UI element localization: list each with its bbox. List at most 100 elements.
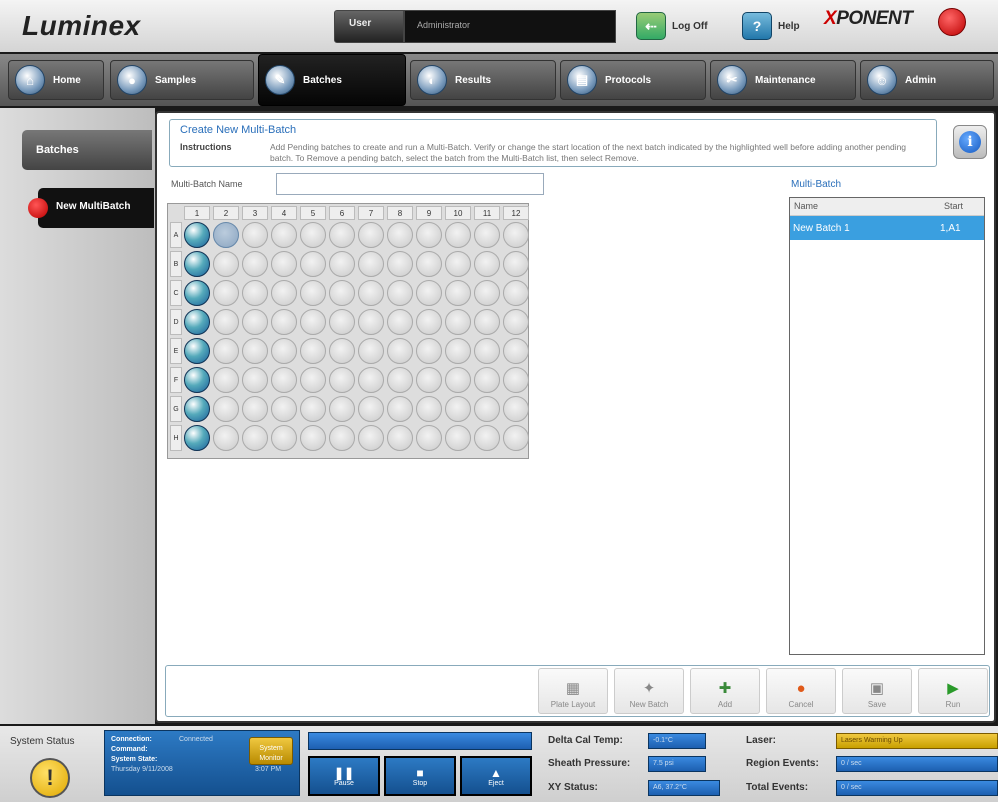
row-header[interactable]: H: [170, 425, 182, 451]
plate-well[interactable]: [474, 338, 500, 364]
plate-well[interactable]: [242, 338, 268, 364]
plate-well[interactable]: [242, 367, 268, 393]
plate-well[interactable]: [416, 367, 442, 393]
plate-well[interactable]: [503, 396, 529, 422]
row-header[interactable]: F: [170, 367, 182, 393]
plate-well[interactable]: [184, 222, 210, 248]
plate-well[interactable]: [184, 396, 210, 422]
list-item[interactable]: New Batch 1 1,A1: [790, 216, 984, 240]
plate-well[interactable]: [329, 280, 355, 306]
plate-well[interactable]: [300, 280, 326, 306]
plate-well[interactable]: [329, 425, 355, 451]
plate-well[interactable]: [271, 222, 297, 248]
plate-well[interactable]: [358, 338, 384, 364]
plate-well[interactable]: [445, 280, 471, 306]
cancel-button[interactable]: ● Cancel: [766, 668, 836, 714]
stop-button[interactable]: ■ Stop: [384, 756, 456, 796]
plate-well[interactable]: [329, 367, 355, 393]
plate-well[interactable]: [445, 309, 471, 335]
sidebar-item-batches[interactable]: Batches: [22, 130, 152, 170]
plate-well[interactable]: [416, 425, 442, 451]
help-button[interactable]: ? Help: [742, 12, 800, 40]
info-button[interactable]: i: [953, 125, 987, 159]
add-button[interactable]: ✚ Add: [690, 668, 760, 714]
plate-well[interactable]: [503, 251, 529, 277]
pause-button[interactable]: ❚❚ Pause: [308, 756, 380, 796]
plate-well[interactable]: [503, 309, 529, 335]
plate-well[interactable]: [300, 338, 326, 364]
plate-well[interactable]: [184, 251, 210, 277]
plate-well[interactable]: [358, 396, 384, 422]
plate-well[interactable]: [242, 222, 268, 248]
plate-well[interactable]: [300, 425, 326, 451]
tab-admin[interactable]: ☺ Admin: [860, 60, 994, 100]
plate-well[interactable]: [474, 367, 500, 393]
new-batch-button[interactable]: ✦ New Batch: [614, 668, 684, 714]
sidebar-item-new-multibatch[interactable]: New MultiBatch: [38, 188, 154, 228]
plate-well[interactable]: [213, 280, 239, 306]
plate-well[interactable]: [474, 396, 500, 422]
logoff-button[interactable]: ⇠ Log Off: [636, 12, 708, 40]
plate-well[interactable]: [213, 309, 239, 335]
plate-well[interactable]: [329, 309, 355, 335]
column-header[interactable]: 9: [416, 206, 442, 220]
plate-well[interactable]: [271, 396, 297, 422]
plate-well[interactable]: [184, 338, 210, 364]
plate-well[interactable]: [416, 338, 442, 364]
plate-well[interactable]: [416, 280, 442, 306]
plate-well[interactable]: [213, 338, 239, 364]
plate-well[interactable]: [213, 251, 239, 277]
tab-batches[interactable]: ✎ Batches: [258, 54, 406, 106]
plate-well[interactable]: [358, 309, 384, 335]
plate-well[interactable]: [445, 338, 471, 364]
plate-well[interactable]: [474, 251, 500, 277]
tab-maintenance[interactable]: ✂ Maintenance: [710, 60, 856, 100]
plate-well[interactable]: [184, 309, 210, 335]
multibatch-list[interactable]: Name Start New Batch 1 1,A1: [789, 197, 985, 655]
plate-well[interactable]: [503, 280, 529, 306]
plate-well[interactable]: [474, 280, 500, 306]
plate-well[interactable]: [387, 396, 413, 422]
plate-well[interactable]: [358, 251, 384, 277]
plate-well[interactable]: [329, 222, 355, 248]
plate-well[interactable]: [242, 251, 268, 277]
plate-well[interactable]: [387, 309, 413, 335]
plate-well[interactable]: [387, 251, 413, 277]
column-header[interactable]: 6: [329, 206, 355, 220]
plate-well[interactable]: [213, 222, 239, 248]
plate-well[interactable]: [213, 367, 239, 393]
plate-well[interactable]: [387, 425, 413, 451]
row-header[interactable]: A: [170, 222, 182, 248]
plate-well[interactable]: [184, 280, 210, 306]
eject-button[interactable]: ▲ Eject: [460, 756, 532, 796]
plate-well[interactable]: [387, 280, 413, 306]
plate-well[interactable]: [184, 367, 210, 393]
plate-well[interactable]: [416, 309, 442, 335]
plate-well[interactable]: [271, 251, 297, 277]
plate-well[interactable]: [387, 367, 413, 393]
row-header[interactable]: B: [170, 251, 182, 277]
system-monitor-button[interactable]: System Monitor: [249, 737, 293, 765]
plate-well[interactable]: [387, 222, 413, 248]
tab-results[interactable]: ◐ Results: [410, 60, 556, 100]
column-header[interactable]: 7: [358, 206, 384, 220]
plate-well[interactable]: [329, 338, 355, 364]
plate-well[interactable]: [271, 309, 297, 335]
plate-well[interactable]: [271, 425, 297, 451]
column-header[interactable]: 4: [271, 206, 297, 220]
plate-well[interactable]: [474, 222, 500, 248]
save-button[interactable]: ▣ Save: [842, 668, 912, 714]
column-header[interactable]: 2: [213, 206, 239, 220]
plate-well[interactable]: [213, 425, 239, 451]
plate-well[interactable]: [445, 425, 471, 451]
column-header[interactable]: 1: [184, 206, 210, 220]
column-header-start[interactable]: Start: [940, 198, 967, 215]
plate-well[interactable]: [503, 338, 529, 364]
tab-protocols[interactable]: ▤ Protocols: [560, 60, 706, 100]
column-header-name[interactable]: Name: [790, 198, 940, 215]
plate-well[interactable]: [271, 280, 297, 306]
plate-well[interactable]: [358, 425, 384, 451]
plate-well[interactable]: [503, 222, 529, 248]
multibatch-name-input[interactable]: [276, 173, 544, 195]
column-header[interactable]: 5: [300, 206, 326, 220]
